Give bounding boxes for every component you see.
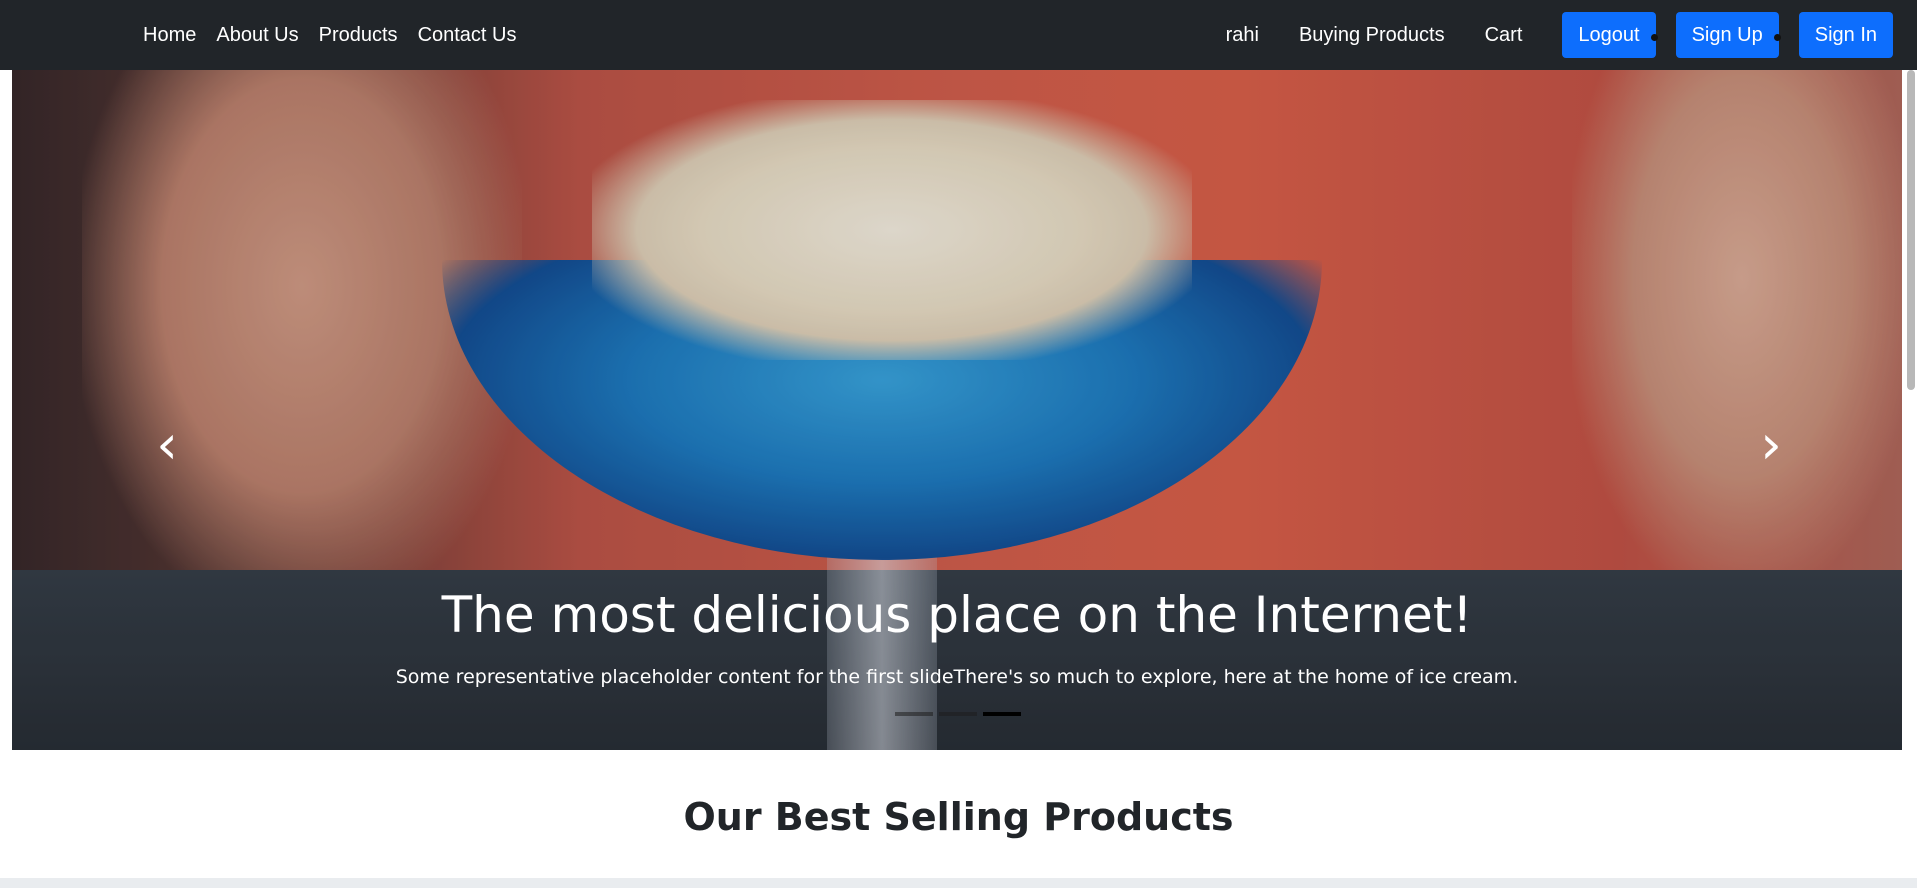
chevron-right-icon: › <box>1760 413 1782 476</box>
carousel-indicator-2[interactable] <box>939 712 977 716</box>
caption-title: The most delicious place on the Internet… <box>441 586 1473 644</box>
chevron-left-icon: ‹ <box>156 413 178 476</box>
carousel-indicator-3[interactable] <box>983 712 1021 716</box>
cart-link[interactable]: Cart <box>1465 24 1543 47</box>
nav-links: Home About Us Products Contact Us <box>133 0 527 70</box>
best-selling-title: Our Best Selling Products <box>683 795 1234 839</box>
logout-button[interactable]: Logout <box>1562 12 1658 58</box>
logout-label: Logout <box>1578 23 1640 46</box>
user-name-link[interactable]: rahi <box>1206 24 1279 47</box>
dot-marker <box>1773 34 1781 41</box>
signin-button[interactable]: Sign In <box>1798 12 1893 58</box>
nav-contact-link[interactable]: Contact Us <box>408 0 527 70</box>
page-bottom-edge <box>0 878 1917 888</box>
carousel-indicators <box>892 712 1024 716</box>
dot-marker <box>1650 34 1658 41</box>
carousel-next-button[interactable]: › <box>1751 415 1791 475</box>
nav-products-link[interactable]: Products <box>309 0 408 70</box>
nav-about-link[interactable]: About Us <box>206 0 308 70</box>
top-navbar: Home About Us Products Contact Us rahi B… <box>0 0 1917 70</box>
buying-products-link[interactable]: Buying Products <box>1279 24 1465 47</box>
page-scrollbar[interactable] <box>1907 70 1915 390</box>
caption-text: Some representative placeholder content … <box>395 666 1519 688</box>
carousel-caption: The most delicious place on the Internet… <box>12 580 1902 688</box>
carousel-prev-button[interactable]: ‹ <box>147 415 187 475</box>
signup-button[interactable]: Sign Up <box>1675 12 1781 58</box>
carousel-indicator-1[interactable] <box>895 712 933 716</box>
nav-home-link[interactable]: Home <box>133 0 206 70</box>
signin-label: Sign In <box>1814 23 1877 46</box>
nav-user-area: rahi Buying Products Cart Logout Sign Up… <box>1206 0 1893 70</box>
signup-label: Sign Up <box>1691 23 1763 46</box>
hero-carousel: ‹ › The most delicious place on the Inte… <box>12 70 1902 750</box>
